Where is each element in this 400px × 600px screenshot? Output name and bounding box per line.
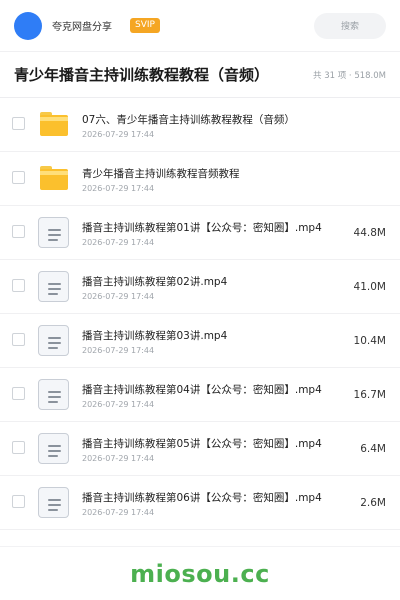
avatar[interactable] (14, 11, 42, 40)
file-row[interactable]: 播音主持训练教程第04讲【公众号：密知圈】.mp4 2026-07-29 17:4… (0, 368, 400, 422)
folder-row[interactable]: 青少年播音主持训练教程音频教程 2026-07-29 17:44 (0, 152, 400, 206)
row-checkbox[interactable] (12, 117, 25, 130)
row-checkbox[interactable] (12, 225, 25, 238)
search-input[interactable]: 搜索 (314, 12, 386, 39)
item-name: 播音主持训练教程第06讲【公众号：密知圈】.mp4 (82, 492, 322, 504)
search-placeholder: 搜索 (340, 22, 359, 32)
brand-name: 夸克网盘分享 (52, 22, 112, 33)
item-date: 2026-07-29 17:44 (82, 238, 155, 247)
folder-icon (38, 109, 69, 140)
item-name: 播音主持训练教程第02讲.mp4 (82, 276, 228, 288)
item-date: 2026-07-29 17:44 (82, 292, 155, 301)
item-name: 播音主持训练教程第04讲【公众号：密知圈】.mp4 (82, 384, 322, 396)
row-checkbox[interactable] (12, 441, 25, 454)
svip-badge[interactable]: SVIP (130, 18, 160, 33)
item-date: 2026-07-29 17:44 (82, 130, 155, 139)
row-checkbox[interactable] (12, 333, 25, 346)
share-page: 夸克网盘分享 SVIP 搜索 青少年播音主持训练教程教程（音频） 共 31 项 … (0, 0, 400, 600)
row-checkbox[interactable] (12, 279, 25, 292)
item-date: 2026-07-29 17:44 (82, 184, 155, 193)
top-bar: 夸克网盘分享 SVIP 搜索 (0, 0, 400, 52)
item-size: 2.6M (360, 497, 386, 509)
item-size: 41.0M (353, 281, 386, 293)
item-size: 16.7M (353, 389, 386, 401)
item-name: 播音主持训练教程第03讲.mp4 (82, 330, 228, 342)
file-row[interactable]: 播音主持训练教程第01讲【公众号：密知圈】.mp4 2026-07-29 17:4… (0, 206, 400, 260)
file-row[interactable]: 播音主持训练教程第03讲.mp4 2026-07-29 17:44 10.4M (0, 314, 400, 368)
folder-icon (38, 163, 69, 194)
file-row[interactable]: 播音主持训练教程第02讲.mp4 2026-07-29 17:44 41.0M (0, 260, 400, 314)
item-date: 2026-07-29 17:44 (82, 454, 155, 463)
row-checkbox[interactable] (12, 171, 25, 184)
item-name: 播音主持训练教程第05讲【公众号：密知圈】.mp4 (82, 438, 322, 450)
title-bar: 青少年播音主持训练教程教程（音频） 共 31 项 · 518.0M (0, 52, 400, 98)
item-date: 2026-07-29 17:44 (82, 400, 155, 409)
watermark: miosou.cc (130, 559, 270, 588)
folder-row[interactable]: 07六、青少年播音主持训练教程教程（音频） 2026-07-29 17:44 (0, 98, 400, 152)
document-icon (38, 433, 69, 464)
file-list: 07六、青少年播音主持训练教程教程（音频） 2026-07-29 17:44 青少年… (0, 98, 400, 530)
file-row[interactable]: 播音主持训练教程第06讲【公众号：密知圈】.mp4 2026-07-29 17:4… (0, 476, 400, 530)
item-name: 播音主持训练教程第01讲【公众号：密知圈】.mp4 (82, 222, 322, 234)
item-size: 10.4M (353, 335, 386, 347)
item-name: 青少年播音主持训练教程音频教程 (82, 168, 240, 180)
page-title: 青少年播音主持训练教程教程（音频） (14, 66, 270, 84)
item-size: 6.4M (360, 443, 386, 455)
footer: miosou.cc (0, 546, 400, 600)
item-date: 2026-07-29 17:44 (82, 346, 155, 355)
item-size: 44.8M (353, 227, 386, 239)
item-summary: 共 31 项 · 518.0M (313, 70, 386, 81)
row-checkbox[interactable] (12, 387, 25, 400)
document-icon (38, 379, 69, 410)
document-icon (38, 271, 69, 302)
item-date: 2026-07-29 17:44 (82, 508, 155, 517)
document-icon (38, 325, 69, 356)
item-name: 07六、青少年播音主持训练教程教程（音频） (82, 114, 295, 126)
file-row[interactable]: 播音主持训练教程第05讲【公众号：密知圈】.mp4 2026-07-29 17:4… (0, 422, 400, 476)
document-icon (38, 217, 69, 248)
document-icon (38, 487, 69, 518)
row-checkbox[interactable] (12, 495, 25, 508)
